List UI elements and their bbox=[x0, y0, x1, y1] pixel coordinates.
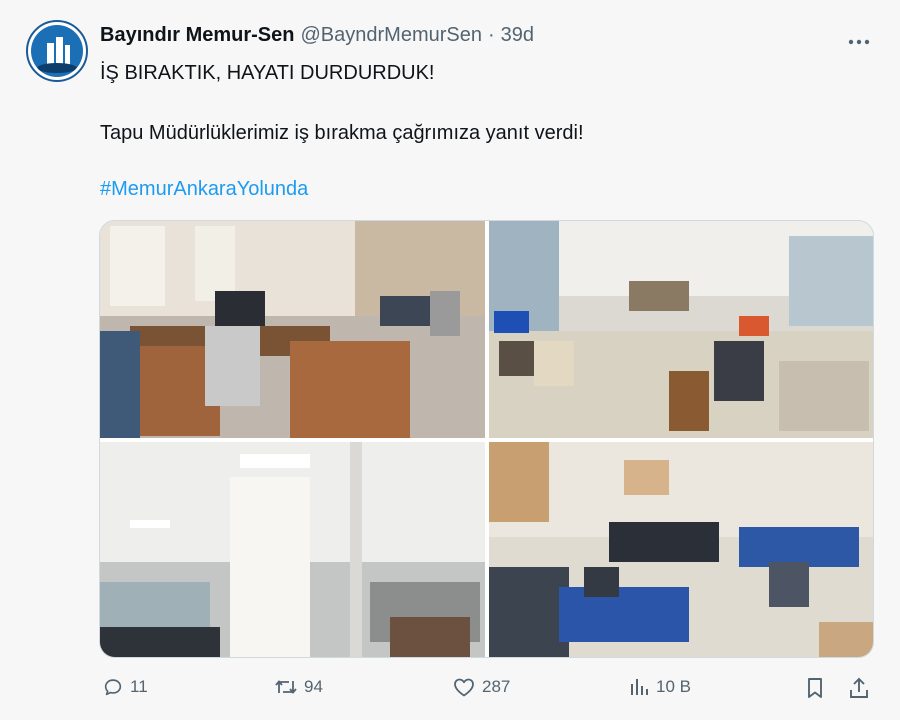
timestamp[interactable]: 39d bbox=[501, 24, 534, 47]
photo-1[interactable] bbox=[100, 221, 485, 438]
avatar[interactable] bbox=[26, 20, 88, 82]
photo-2[interactable] bbox=[489, 221, 873, 438]
views-count: 10 B bbox=[656, 677, 691, 696]
hashtag-link[interactable]: #MemurAnkaraYolunda bbox=[100, 178, 308, 201]
like-count: 287 bbox=[482, 677, 511, 696]
reply-icon bbox=[102, 676, 124, 698]
tweet-text-line-2: Tapu Müdürlüklerimiz iş bırakma çağrımız… bbox=[100, 122, 584, 144]
bookmark-icon bbox=[804, 676, 826, 700]
reply-button[interactable]: 11 bbox=[102, 676, 148, 698]
media-grid bbox=[99, 220, 874, 658]
more-icon[interactable] bbox=[848, 26, 870, 52]
separator: · bbox=[487, 24, 495, 46]
heart-icon bbox=[452, 676, 476, 698]
tweet[interactable]: Bayındır Memur-Sen @BayndrMemurSen · 39d… bbox=[0, 0, 900, 720]
logo-icon bbox=[31, 25, 83, 77]
retweet-icon bbox=[274, 676, 298, 698]
handle[interactable]: @BayndrMemurSen bbox=[300, 24, 481, 47]
action-bar: 11 94 287 10 B bbox=[100, 676, 880, 706]
tweet-text-line-1: İŞ BIRAKTIK, HAYATI DURDURDUK! bbox=[100, 62, 435, 84]
views-icon bbox=[628, 676, 650, 698]
views-button[interactable]: 10 B bbox=[628, 676, 691, 698]
like-button[interactable]: 287 bbox=[452, 676, 510, 698]
bookmark-button[interactable] bbox=[804, 676, 826, 700]
retweet-count: 94 bbox=[304, 677, 323, 696]
reply-count: 11 bbox=[130, 677, 148, 696]
share-button[interactable] bbox=[848, 676, 870, 700]
photo-4[interactable] bbox=[489, 442, 873, 657]
tweet-header: Bayındır Memur-Sen @BayndrMemurSen · 39d bbox=[100, 24, 534, 50]
retweet-button[interactable]: 94 bbox=[274, 676, 323, 698]
display-name[interactable]: Bayındır Memur-Sen bbox=[100, 24, 294, 47]
photo-3[interactable] bbox=[100, 442, 485, 657]
share-icon bbox=[848, 676, 870, 700]
